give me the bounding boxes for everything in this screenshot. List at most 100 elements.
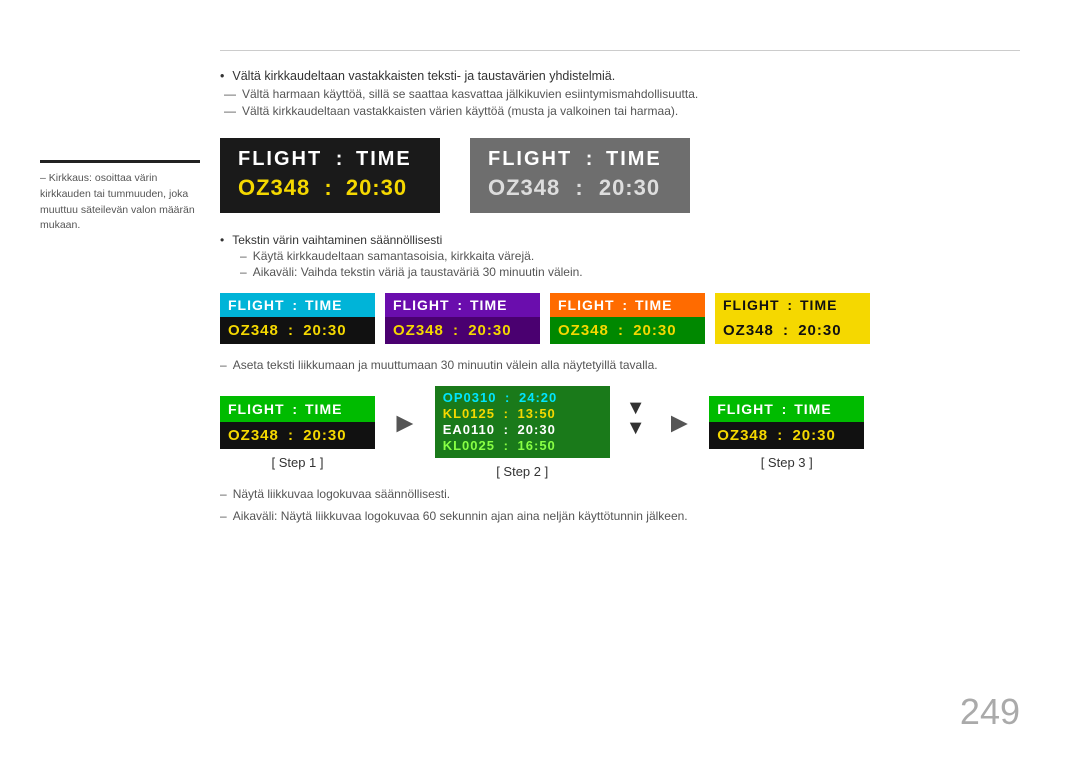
- step-3-item: FLIGHT : TIME OZ348 : 20:30 [ Step 3: [709, 396, 864, 470]
- step2-val1-4: KL0025: [443, 438, 495, 453]
- mini-board-purple: FLIGHT : TIME OZ348 : 20:30: [385, 293, 540, 344]
- step2-val1-2: KL0125: [443, 406, 495, 421]
- board-top-row: FLIGHT : TIME: [238, 148, 422, 171]
- mini-subtitle-yellow: TIME: [800, 297, 837, 313]
- mini-title-orange: FLIGHT: [558, 297, 615, 313]
- mini-board-cyan: FLIGHT : TIME OZ348 : 20:30: [220, 293, 375, 344]
- mini-time-yellow: 20:30: [798, 322, 841, 339]
- board-top-row-gray: FLIGHT : TIME: [488, 148, 672, 171]
- text-dash-2: Aikaväli: Vaihda tekstin väriä ja tausta…: [220, 265, 1020, 279]
- board-colon: :: [330, 148, 348, 171]
- board-subtitle-gray: TIME: [606, 148, 662, 171]
- board-value-gray: OZ348: [488, 175, 560, 201]
- mini-colon2-orange: :: [613, 322, 629, 339]
- step2-val2-2: 13:50: [518, 406, 556, 421]
- mini-bot-black: OZ348 : 20:30: [220, 317, 375, 344]
- mini-top-text-cyan: FLIGHT : TIME: [228, 297, 367, 313]
- step2-val2-1: 24:20: [519, 390, 557, 405]
- text-bullet: Tekstin värin vaihtaminen säännöllisesti: [220, 233, 1020, 247]
- step2-val1-3: EA0110: [443, 422, 495, 437]
- text-dash-1: Käytä kirkkaudeltaan samantasoisia, kirk…: [220, 249, 1020, 263]
- mini-bottom-text-orange: OZ348 : 20:30: [558, 322, 697, 339]
- sidebar: – Kirkkaus: osoittaa värin kirkkauden ta…: [40, 40, 200, 523]
- mini-bottom-text-cyan: OZ348 : 20:30: [228, 322, 367, 339]
- board-time: 20:30: [346, 175, 407, 201]
- step1-bot-text: OZ348 : 20:30: [228, 427, 367, 444]
- mini-bottom-text-yellow: OZ348 : 20:30: [723, 322, 862, 339]
- step3-colon2: :: [772, 427, 788, 444]
- step2-label: [ Step 2 ]: [496, 464, 548, 479]
- step3-label: [ Step 3 ]: [761, 455, 813, 470]
- flight-board-dark: FLIGHT : TIME OZ348 : 20:30: [220, 138, 440, 213]
- note-between: Aseta teksti liikkumaan ja muuttumaan 30…: [220, 358, 1020, 372]
- mini-value-yellow: OZ348: [723, 322, 774, 339]
- step1-label: [ Step 1 ]: [271, 455, 323, 470]
- step3-colon: :: [778, 401, 790, 417]
- step-1-item: FLIGHT : TIME OZ348 : 20:30 [ Step 1: [220, 396, 375, 470]
- mini-subtitle-orange: TIME: [635, 297, 672, 313]
- step1-top-text: FLIGHT : TIME: [228, 401, 367, 417]
- mini-title-cyan: FLIGHT: [228, 297, 285, 313]
- step1-time: 20:30: [303, 427, 346, 444]
- arrow-down-1: ▼: [626, 398, 646, 418]
- step1-value: OZ348: [228, 427, 279, 444]
- board-bottom-row-gray: OZ348 : 20:30: [488, 175, 672, 201]
- main-content: Vältä kirkkaudeltaan vastakkaisten tekst…: [220, 40, 1020, 523]
- mini-bot-purple: OZ348 : 20:30: [385, 317, 540, 344]
- mini-bottom-text-purple: OZ348 : 20:30: [393, 322, 532, 339]
- arrow-down-group: ▼ ▼: [626, 398, 646, 438]
- step2-colon-2: :: [499, 406, 514, 421]
- step2-val1-1: OP0310: [443, 390, 497, 405]
- page-number: 249: [960, 691, 1020, 733]
- step1-title: FLIGHT: [228, 401, 285, 417]
- step1-top: FLIGHT : TIME: [220, 396, 375, 422]
- step2-board: OP0310 : 24:20 KL0125 : 13:50 EA0110 : 2…: [435, 386, 610, 458]
- step3-title: FLIGHT: [717, 401, 774, 417]
- step2-row-4: KL0025 : 16:50: [443, 438, 602, 453]
- dash-item-1: Vältä harmaan käyttöä, sillä se saattaa …: [220, 87, 1020, 101]
- mini-time-purple: 20:30: [468, 322, 511, 339]
- step1-colon: :: [289, 401, 301, 417]
- mini-value-orange: OZ348: [558, 322, 609, 339]
- mini-title-yellow: FLIGHT: [723, 297, 780, 313]
- bullet-item-1: Vältä kirkkaudeltaan vastakkaisten tekst…: [220, 69, 1020, 83]
- step2-row-3: EA0110 : 20:30: [443, 422, 602, 437]
- step1-bot: OZ348 : 20:30: [220, 422, 375, 449]
- flight-board-gray: FLIGHT : TIME OZ348 : 20:30: [470, 138, 690, 213]
- step3-top: FLIGHT : TIME: [709, 396, 864, 422]
- board-dark-display: FLIGHT : TIME OZ348 : 20:30: [220, 138, 440, 213]
- board-bottom-row: OZ348 : 20:30: [238, 175, 422, 201]
- mini-bot-green: OZ348 : 20:30: [550, 317, 705, 344]
- mini-top-orange: FLIGHT : TIME: [550, 293, 705, 317]
- board-title: FLIGHT: [238, 148, 322, 171]
- step3-subtitle: TIME: [794, 401, 831, 417]
- mini-title-purple: FLIGHT: [393, 297, 450, 313]
- board-value: OZ348: [238, 175, 310, 201]
- top-bullet-list: Vältä kirkkaudeltaan vastakkaisten tekst…: [220, 69, 1020, 118]
- step3-top-text: FLIGHT : TIME: [717, 401, 856, 417]
- dash-item-2: Vältä kirkkaudeltaan vastakkaisten värie…: [220, 104, 1020, 118]
- mini-time-orange: 20:30: [633, 322, 676, 339]
- step3-value: OZ348: [717, 427, 768, 444]
- mini-colon2-cyan: :: [283, 322, 299, 339]
- step3-bot-text: OZ348 : 20:30: [717, 427, 856, 444]
- step3-time: 20:30: [792, 427, 835, 444]
- top-rule: [220, 50, 1020, 51]
- mini-top-purple: FLIGHT : TIME: [385, 293, 540, 317]
- mini-top-text-orange: FLIGHT : TIME: [558, 297, 697, 313]
- boards-row-2: FLIGHT : TIME OZ348 : 20:30: [220, 293, 1020, 344]
- sidebar-note: – Kirkkaus: osoittaa värin kirkkauden ta…: [40, 171, 200, 234]
- mini-value-cyan: OZ348: [228, 322, 279, 339]
- mini-subtitle-cyan: TIME: [305, 297, 342, 313]
- mini-colon2-purple: :: [448, 322, 464, 339]
- sidebar-rule: [40, 160, 200, 163]
- step-2-item: OP0310 : 24:20 KL0125 : 13:50 EA0110 : 2…: [435, 386, 610, 479]
- steps-row: FLIGHT : TIME OZ348 : 20:30 [ Step 1: [220, 386, 1020, 479]
- step2-row-2: KL0125 : 13:50: [443, 406, 602, 421]
- arrow-right-2: ►: [666, 407, 694, 439]
- step1-board: FLIGHT : TIME OZ348 : 20:30: [220, 396, 375, 449]
- mini-top-cyan: FLIGHT : TIME: [220, 293, 375, 317]
- board-colon-gray: :: [580, 148, 598, 171]
- mini-colon-orange: :: [619, 297, 631, 313]
- mini-colon-yellow: :: [784, 297, 796, 313]
